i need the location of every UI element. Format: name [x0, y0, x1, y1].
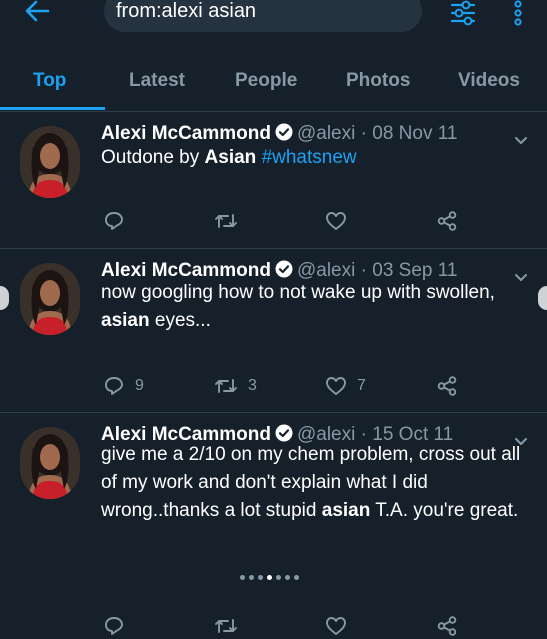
top-bar: from:alexi asian	[0, 0, 547, 50]
tab-photos[interactable]: Photos	[346, 70, 410, 92]
tab-people[interactable]: People	[235, 70, 297, 92]
chevron-down-icon[interactable]	[514, 133, 528, 144]
text-segment: T.A. you're great.	[370, 500, 519, 521]
tweet-date[interactable]: 08 Nov 11	[372, 123, 457, 144]
carousel-next-button[interactable]	[538, 286, 547, 310]
carousel-pager	[240, 575, 299, 580]
retweet-count: 3	[248, 377, 257, 394]
tweet-actions: 9 3 7	[0, 373, 547, 399]
search-input[interactable]: from:alexi asian	[104, 0, 422, 32]
highlighted-term: asian	[101, 310, 150, 331]
reply-button[interactable]: 9	[103, 373, 144, 399]
text-segment: now googling how to not wake up with swo…	[101, 282, 495, 303]
active-tab-indicator	[0, 107, 105, 110]
pager-dot[interactable]	[267, 575, 272, 580]
meta-separator: ·	[355, 123, 373, 144]
highlighted-term: Asian	[204, 147, 257, 168]
like-button[interactable]	[325, 208, 357, 234]
share-button[interactable]	[436, 613, 458, 639]
retweet-button[interactable]	[214, 208, 248, 234]
pager-dot[interactable]	[240, 575, 245, 580]
pager-dot[interactable]	[249, 575, 254, 580]
avatar[interactable]	[20, 263, 80, 335]
like-count: 7	[357, 377, 366, 394]
user-handle[interactable]: @alexi	[297, 123, 355, 144]
text-segment: Outdone by	[101, 147, 205, 168]
retweet-icon	[214, 210, 238, 232]
pager-dot[interactable]	[294, 575, 299, 580]
text-segment: eyes...	[149, 310, 211, 331]
search-query-text: from:alexi asian	[116, 0, 257, 22]
share-button[interactable]	[436, 208, 458, 234]
tweet-date[interactable]: 03 Sep 11	[372, 260, 457, 281]
tweet-text: Outdone by Asian #whatsnew	[101, 144, 521, 172]
like-icon	[325, 375, 347, 397]
display-name[interactable]: Alexi McCammond	[101, 260, 271, 281]
meta-separator: ·	[355, 260, 373, 281]
hashtag-link[interactable]: #whatsnew	[262, 147, 357, 168]
search-tabs: Top Latest People Photos Videos	[0, 60, 547, 112]
reply-button[interactable]	[103, 208, 135, 234]
retweet-icon	[214, 615, 238, 637]
tweet[interactable]: Alexi McCammond @alexi · 08 Nov 11 Outdone…	[0, 112, 547, 249]
tab-top[interactable]: Top	[33, 70, 66, 92]
reply-count: 9	[135, 377, 144, 394]
tweet-text: now googling how to not wake up with swo…	[101, 279, 521, 335]
tab-latest[interactable]: Latest	[129, 70, 185, 92]
like-icon	[325, 615, 347, 637]
avatar[interactable]	[20, 427, 80, 499]
pager-dot[interactable]	[285, 575, 290, 580]
tab-videos[interactable]: Videos	[458, 70, 520, 92]
tweet[interactable]: Alexi McCammond @alexi · 03 Sep 11 now goo…	[0, 249, 547, 413]
reply-icon	[103, 615, 125, 637]
more-dots-icon[interactable]	[512, 0, 524, 26]
tweet-text: give me a 2/10 on my chem problem, cross…	[101, 441, 521, 525]
retweet-button[interactable]	[214, 613, 248, 639]
pager-dot[interactable]	[258, 575, 263, 580]
avatar[interactable]	[20, 126, 80, 198]
retweet-icon	[214, 375, 238, 397]
like-icon	[325, 210, 347, 232]
display-name[interactable]: Alexi McCammond	[101, 123, 271, 144]
like-button[interactable]: 7	[325, 373, 366, 399]
back-arrow-icon[interactable]	[24, 0, 50, 22]
user-handle[interactable]: @alexi	[297, 260, 355, 281]
reply-icon	[103, 210, 125, 232]
highlighted-term: asian	[321, 500, 371, 521]
tweet-actions	[0, 208, 547, 234]
filter-sliders-icon[interactable]	[450, 0, 476, 26]
retweet-button[interactable]: 3	[214, 373, 257, 399]
tweet[interactable]: Alexi McCammond @alexi · 15 Oct 11 give me…	[0, 413, 547, 636]
reply-icon	[103, 375, 125, 397]
pager-dot[interactable]	[276, 575, 281, 580]
reply-button[interactable]	[103, 613, 135, 639]
share-icon	[436, 210, 458, 232]
like-button[interactable]	[325, 613, 357, 639]
tweet-actions	[0, 613, 547, 639]
share-icon	[436, 375, 458, 397]
share-icon	[436, 615, 458, 637]
share-button[interactable]	[436, 373, 458, 399]
